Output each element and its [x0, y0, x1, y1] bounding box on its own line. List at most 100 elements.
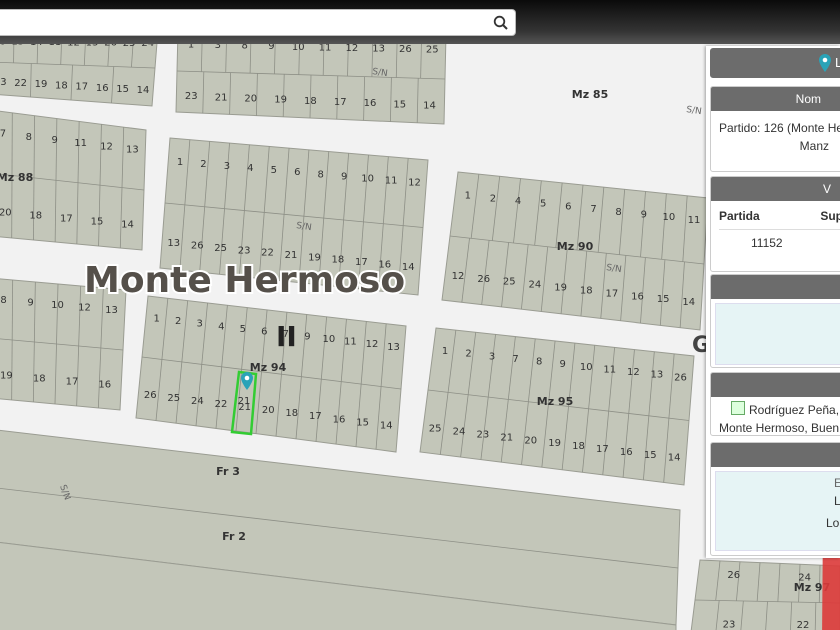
lot-number: 9 [304, 332, 310, 343]
map-pin-icon [819, 54, 831, 77]
lot-number: 14 [30, 44, 43, 48]
lot-line [33, 177, 35, 241]
top-bar [0, 0, 840, 44]
fraction-label-fr3: Fr 3 [216, 465, 240, 478]
lot-number: 19 [0, 371, 13, 382]
lot-number: 2 [175, 316, 181, 327]
lot-number: 11 [49, 44, 62, 48]
block-shape [690, 559, 840, 630]
lot-number: 13 [372, 44, 385, 54]
nomenclature-line1: Partido: 126 (Monte He [719, 121, 840, 135]
lot-number: 14 [137, 85, 150, 96]
block-mz97: 26 2423 22Mz 97 [690, 559, 840, 630]
lot-number: 16 [631, 291, 644, 302]
lot-number: 14 [121, 220, 134, 231]
lot-number: 18 [33, 374, 46, 385]
lot-number: 13 [167, 238, 180, 249]
lot-number: 13 [126, 144, 139, 155]
valuation-table-header: Partida Sup [719, 207, 840, 225]
lot-number: 23 [477, 430, 490, 441]
lot-number: 14 [423, 100, 436, 111]
lot-number: 17 [606, 288, 619, 299]
address-box: Rodríguez Peña, Monte Hermoso, Buen [710, 372, 840, 436]
search-input[interactable] [4, 10, 488, 36]
lot-number: 24 [453, 427, 466, 438]
lot-number: 2 [490, 193, 496, 204]
lot-number: 5 [540, 199, 546, 210]
lot-number: 15 [11, 44, 24, 48]
lot-number: 21 [500, 432, 513, 443]
lot-number: 16 [364, 98, 377, 109]
city-label: Monte Hermoso [84, 260, 405, 301]
lot-number: 4 [218, 321, 224, 332]
coordinates-box: E L Lon [710, 442, 840, 556]
lot-number: 1 [154, 314, 160, 325]
lot-number: 17 [309, 411, 322, 422]
lot-number: 8 [536, 357, 542, 368]
lot-number: 15 [116, 84, 129, 95]
lot-number: 12 [627, 367, 640, 378]
lot-number: 26 [399, 44, 412, 55]
address-line2: Monte Hermoso, Buen [719, 421, 840, 435]
lot-number: 3 [197, 319, 203, 330]
info-panel: L Nom Partido: 126 (Monte He Manz V Part… [706, 46, 840, 558]
lot-number: 10 [51, 300, 64, 311]
lot-number: 16 [0, 44, 6, 47]
lot-number: 8 [242, 44, 248, 52]
lot-number: 11 [344, 337, 357, 348]
lot-number: 18 [55, 80, 68, 91]
lot-number: 18 [285, 408, 298, 419]
lot-number: 22 [261, 248, 274, 259]
empty-area [715, 303, 840, 365]
lot-number: 17 [75, 82, 88, 93]
block-name: Mz 94 [250, 361, 287, 374]
lot-number: 26 [674, 372, 687, 383]
lot-number: 26 [477, 274, 490, 285]
nomenclature-header: Nom [711, 87, 840, 111]
lot-number: 14 [682, 297, 695, 308]
lot-number: 22 [14, 78, 27, 89]
lot-number: 5 [240, 324, 246, 335]
lot-number: 10 [663, 212, 676, 223]
lot-number: 25 [503, 277, 516, 288]
block-name: Mz 88 [0, 171, 33, 184]
lot-number: 3 [489, 351, 495, 362]
lot-number: 10 [292, 44, 305, 53]
lot-number: 5 [271, 165, 277, 176]
lot-number: 8 [318, 169, 324, 180]
lot-number: 9 [27, 298, 33, 309]
search-icon[interactable] [491, 13, 511, 33]
panel-top-letter: L [835, 55, 840, 70]
lot-number: 22 [797, 620, 810, 630]
lot-number: 7 [512, 354, 518, 365]
lot-number: 13 [387, 342, 400, 353]
lot-line [33, 115, 35, 178]
lot-number: 15 [356, 417, 369, 428]
lot-number: 19 [35, 79, 48, 90]
sn-label: S/N [296, 221, 313, 233]
lot-number: 18 [572, 441, 585, 452]
valuation-table-row: 11152 [719, 229, 840, 252]
block-name: Mz 95 [537, 395, 574, 408]
lot-number: 20 [244, 94, 257, 105]
lot-number: 26 [727, 570, 740, 581]
lot-number: 19 [554, 283, 567, 294]
lot-number: 17 [66, 377, 79, 388]
lot-number: 11 [319, 44, 332, 53]
section-label: II [276, 320, 297, 353]
lot-number: 23 [723, 619, 736, 630]
superficie-column-header: Sup [820, 209, 840, 223]
lot-number: 3 [224, 161, 230, 172]
block-shape [0, 44, 158, 107]
nomenclature-box: Nom Partido: 126 (Monte He Manz [710, 86, 840, 172]
block-mz84: 16 15 14 11 12 13 26 25 24 23 22 19 18 17 16 15 14 [0, 44, 158, 107]
empty-box-1 [710, 274, 840, 368]
coord-label-e: E [834, 476, 840, 490]
sn-label: S/N [606, 263, 623, 275]
lot-number: 8 [615, 207, 621, 218]
lot-number: 12 [346, 44, 359, 54]
lot-number: 8 [0, 295, 6, 306]
lot-number: 16 [620, 447, 633, 458]
lot-number: 20 [0, 207, 12, 218]
lot-number: 9 [560, 359, 566, 370]
